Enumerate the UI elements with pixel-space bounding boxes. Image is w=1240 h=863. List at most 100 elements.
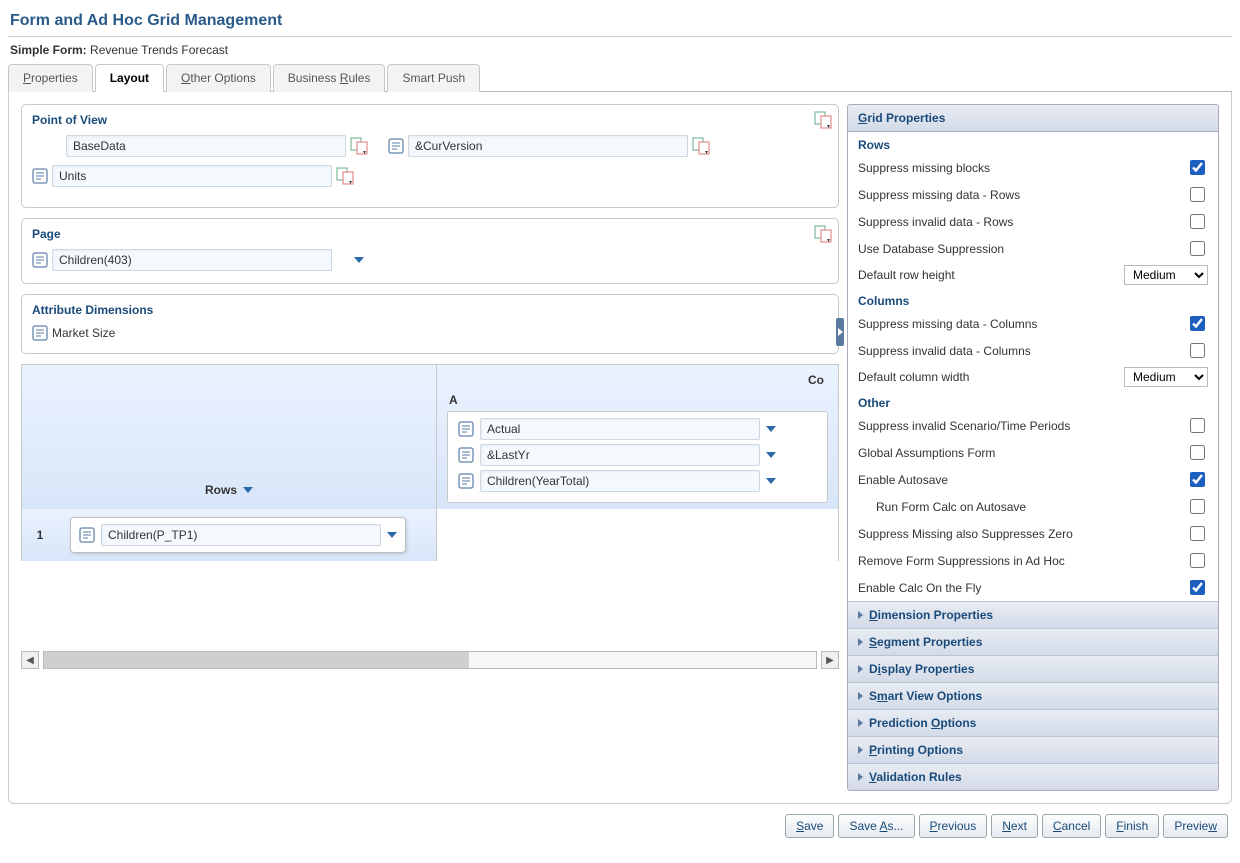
scroll-track[interactable] bbox=[43, 651, 817, 669]
other-section-head: Other bbox=[848, 390, 1218, 412]
pov-panel: Point of View BaseData &CurVersion bbox=[21, 104, 839, 208]
col-member-yeartotal[interactable]: Children(YearTotal) bbox=[480, 470, 760, 492]
attribute-market-size[interactable]: Market Size bbox=[52, 326, 115, 340]
suppress-invalid-scenario-checkbox[interactable] bbox=[1190, 418, 1205, 433]
grid-designer: Rows Co A Actual bbox=[21, 364, 839, 561]
dimension-icon[interactable] bbox=[79, 527, 95, 543]
enable-calc-on-fly-label: Enable Calc On the Fly bbox=[858, 581, 981, 595]
col-member-dropdown-icon[interactable] bbox=[766, 452, 776, 458]
pov-basedata-input[interactable]: BaseData bbox=[66, 135, 346, 157]
pov-curversion-input[interactable]: &CurVersion bbox=[408, 135, 688, 157]
grid-properties-panel: Grid Properties Rows Suppress missing bl… bbox=[847, 104, 1219, 791]
enable-autosave-label: Enable Autosave bbox=[858, 473, 948, 487]
chevron-right-icon bbox=[858, 665, 863, 673]
columns-section-head: Columns bbox=[848, 288, 1218, 310]
global-assumptions-checkbox[interactable] bbox=[1190, 445, 1205, 460]
enable-autosave-checkbox[interactable] bbox=[1190, 472, 1205, 487]
cancel-button[interactable]: Cancel bbox=[1042, 814, 1101, 838]
page-title-label: Page bbox=[32, 227, 61, 241]
scroll-left-button[interactable]: ◀ bbox=[21, 651, 39, 669]
tabs: Properties Layout Other Options Business… bbox=[8, 63, 1232, 92]
preview-button[interactable]: Preview bbox=[1163, 814, 1228, 838]
pov-basedata-selector-icon[interactable] bbox=[350, 137, 368, 155]
save-button[interactable]: Save bbox=[785, 814, 834, 838]
pov-units-selector-icon[interactable] bbox=[336, 167, 354, 185]
scroll-right-button[interactable]: ▶ bbox=[821, 651, 839, 669]
default-col-width-select[interactable]: Medium bbox=[1124, 367, 1208, 387]
form-name-value: Revenue Trends Forecast bbox=[90, 43, 228, 57]
default-row-height-select[interactable]: Medium bbox=[1124, 265, 1208, 285]
run-form-calc-checkbox[interactable] bbox=[1190, 499, 1205, 514]
horizontal-scrollbar[interactable]: ◀ ▶ bbox=[21, 651, 839, 669]
page-properties-icon[interactable] bbox=[814, 225, 832, 243]
tab-other-options[interactable]: Other Options bbox=[166, 64, 271, 92]
suppress-missing-blocks-checkbox[interactable] bbox=[1190, 160, 1205, 175]
accordion-smart-view-options[interactable]: Smart View Options bbox=[848, 682, 1218, 709]
suppress-invalid-cols-checkbox[interactable] bbox=[1190, 343, 1205, 358]
column-a-header[interactable]: A bbox=[447, 389, 828, 411]
suppress-invalid-scenario-label: Suppress invalid Scenario/Time Periods bbox=[858, 419, 1070, 433]
enable-calc-on-fly-checkbox[interactable] bbox=[1190, 580, 1205, 595]
global-assumptions-label: Global Assumptions Form bbox=[858, 446, 995, 460]
suppress-missing-zero-checkbox[interactable] bbox=[1190, 526, 1205, 541]
form-name: Simple Form: Revenue Trends Forecast bbox=[8, 37, 1232, 63]
pov-units-input[interactable]: Units bbox=[52, 165, 332, 187]
page-title: Form and Ad Hoc Grid Management bbox=[8, 8, 1232, 37]
button-bar: Save Save As... Previous Next Cancel Fin… bbox=[8, 804, 1232, 838]
row-member-dropdown-icon[interactable] bbox=[387, 532, 397, 538]
page-member-input[interactable]: Children(403) bbox=[52, 249, 332, 271]
suppress-missing-rows-checkbox[interactable] bbox=[1190, 187, 1205, 202]
dimension-icon[interactable] bbox=[458, 447, 474, 463]
col-member-actual[interactable]: Actual bbox=[480, 418, 760, 440]
pov-properties-icon[interactable] bbox=[814, 111, 832, 129]
suppress-missing-cols-label: Suppress missing data - Columns bbox=[858, 317, 1037, 331]
tab-business-rules[interactable]: Business Rules bbox=[273, 64, 386, 92]
accordion-prediction-options[interactable]: Prediction Options bbox=[848, 709, 1218, 736]
next-button[interactable]: Next bbox=[991, 814, 1038, 838]
previous-button[interactable]: Previous bbox=[919, 814, 988, 838]
dimension-icon[interactable] bbox=[32, 252, 48, 268]
chevron-right-icon bbox=[858, 611, 863, 619]
accordion-dimension-properties[interactable]: Dimension Properties bbox=[848, 601, 1218, 628]
accordion-segment-properties[interactable]: Segment Properties bbox=[848, 628, 1218, 655]
dimension-icon[interactable] bbox=[32, 168, 48, 184]
col-member-dropdown-icon[interactable] bbox=[766, 426, 776, 432]
columns-label: Co bbox=[447, 371, 828, 389]
suppress-missing-rows-label: Suppress missing data - Rows bbox=[858, 188, 1020, 202]
rows-dropdown-icon[interactable] bbox=[243, 487, 253, 493]
tab-layout[interactable]: Layout bbox=[95, 64, 164, 92]
use-db-suppression-checkbox[interactable] bbox=[1190, 241, 1205, 256]
form-name-label: Simple Form: bbox=[10, 43, 87, 57]
attribute-title: Attribute Dimensions bbox=[32, 303, 153, 317]
pov-curversion-selector-icon[interactable] bbox=[692, 137, 710, 155]
chevron-right-icon bbox=[858, 638, 863, 646]
accordion-printing-options[interactable]: Printing Options bbox=[848, 736, 1218, 763]
row-member-input[interactable]: Children(P_TP1) bbox=[101, 524, 381, 546]
dimension-icon[interactable] bbox=[388, 138, 404, 154]
dimension-icon[interactable] bbox=[458, 421, 474, 437]
splitter-handle[interactable] bbox=[836, 318, 844, 346]
page-panel: Page Children(403) bbox=[21, 218, 839, 284]
tab-smart-push[interactable]: Smart Push bbox=[387, 64, 480, 92]
chevron-right-icon bbox=[858, 746, 863, 754]
save-as-button[interactable]: Save As... bbox=[838, 814, 914, 838]
suppress-invalid-rows-checkbox[interactable] bbox=[1190, 214, 1205, 229]
dimension-icon[interactable] bbox=[32, 325, 48, 341]
tab-properties[interactable]: Properties bbox=[8, 64, 93, 92]
remove-form-suppressions-checkbox[interactable] bbox=[1190, 553, 1205, 568]
dimension-icon[interactable] bbox=[458, 473, 474, 489]
suppress-missing-blocks-label: Suppress missing blocks bbox=[858, 161, 990, 175]
col-member-lastyr[interactable]: &LastYr bbox=[480, 444, 760, 466]
col-member-dropdown-icon[interactable] bbox=[766, 478, 776, 484]
suppress-missing-cols-checkbox[interactable] bbox=[1190, 316, 1205, 331]
scroll-thumb[interactable] bbox=[44, 652, 469, 668]
accordion-display-properties[interactable]: Display Properties bbox=[848, 655, 1218, 682]
finish-button[interactable]: Finish bbox=[1105, 814, 1159, 838]
rows-label: Rows bbox=[205, 483, 237, 497]
default-row-height-label: Default row height bbox=[858, 268, 955, 282]
chevron-right-icon bbox=[858, 692, 863, 700]
grid-properties-header[interactable]: Grid Properties bbox=[848, 105, 1218, 132]
accordion-validation-rules[interactable]: Validation Rules bbox=[848, 763, 1218, 790]
use-db-suppression-label: Use Database Suppression bbox=[858, 242, 1004, 256]
page-dropdown-icon[interactable] bbox=[354, 257, 364, 263]
